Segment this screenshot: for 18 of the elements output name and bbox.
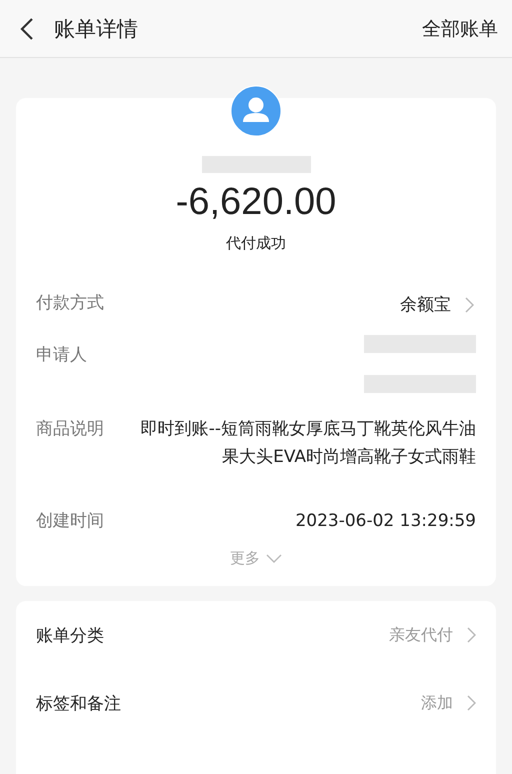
back-icon[interactable] — [20, 16, 34, 40]
chevron-icon — [465, 297, 474, 313]
chevron-icon — [467, 695, 476, 711]
field-label: 付款方式 — [36, 292, 104, 315]
field-value: 2023-06-02 13:29:59 — [295, 510, 476, 533]
all-bills-link[interactable]: 全部账单 — [422, 16, 498, 42]
chevron-icon — [467, 627, 476, 643]
chevron-down-icon — [266, 554, 282, 563]
amount: -6,620.00 — [176, 181, 336, 224]
field-label: 申请人 — [36, 344, 87, 367]
field-label: 创建时间 — [36, 510, 104, 533]
status-text: 代付成功 — [226, 234, 286, 253]
page-title: 账单详情 — [54, 16, 139, 42]
field-value: 即时到账--短筒雨靴女厚底马丁靴英伦风牛油果大头EVA时尚增高靴子女式雨鞋 — [140, 418, 476, 469]
list-item[interactable]: 账单分类 亲友代付 — [36, 601, 476, 669]
list-item[interactable]: 标签和备注 添加 — [36, 669, 476, 737]
field-label: 商品说明 — [36, 418, 104, 441]
payment-method-link[interactable]: 余额宝 — [400, 291, 476, 319]
